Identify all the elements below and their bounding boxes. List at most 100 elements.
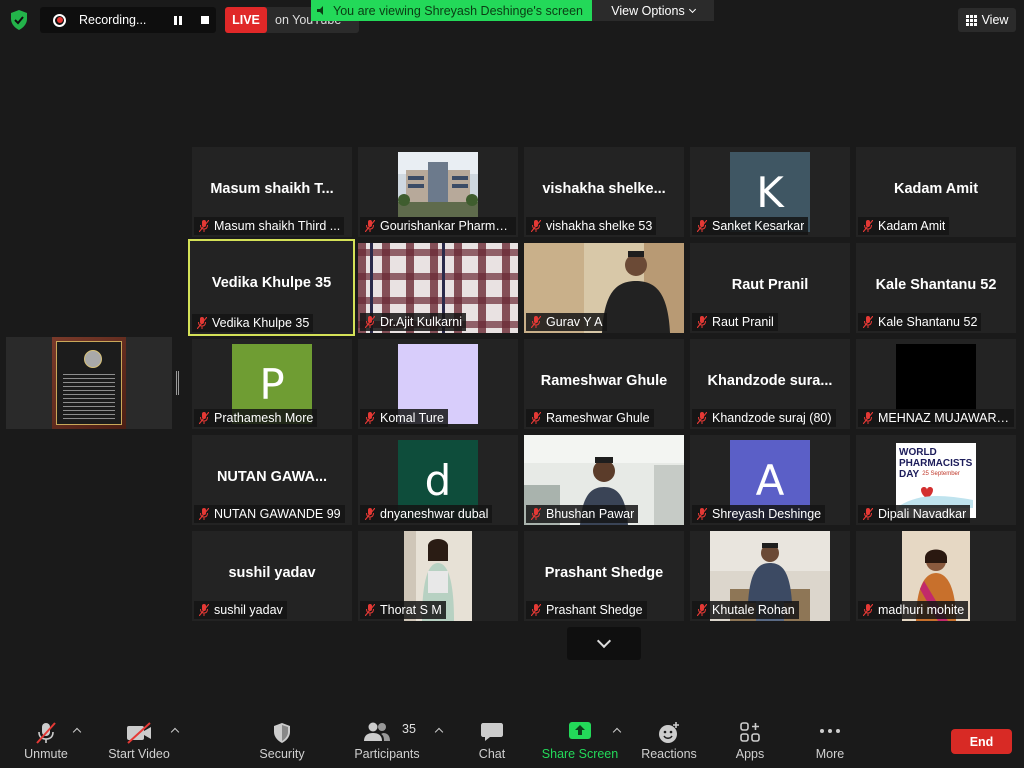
view-options-button[interactable]: View Options bbox=[592, 0, 714, 21]
participant-label-text: Kale Shantanu 52 bbox=[878, 315, 978, 329]
avatar-initial: A bbox=[755, 455, 785, 505]
poster-line-1: WORLD bbox=[899, 447, 937, 458]
participant-label-text: Dr.Ajit Kulkarni bbox=[380, 315, 462, 329]
microphone-muted-icon bbox=[365, 508, 375, 520]
participant-label-text: Vedika Khulpe 35 bbox=[212, 316, 310, 330]
participant-tile[interactable]: NUTAN GAWA... NUTAN GAWANDE 99 bbox=[192, 435, 352, 525]
participant-tile[interactable]: d dnyaneshwar dubal bbox=[358, 435, 518, 525]
shared-screen-thumbnail[interactable] bbox=[6, 337, 172, 429]
participant-tile[interactable]: Khandzode sura... Khandzode suraj (80) bbox=[690, 339, 850, 429]
stop-icon bbox=[201, 16, 209, 24]
shield-icon bbox=[274, 723, 290, 743]
share-screen-icon bbox=[569, 722, 591, 739]
participant-tile[interactable]: Khutale Rohan bbox=[690, 531, 850, 621]
microphone-muted-icon bbox=[365, 220, 375, 232]
next-page-button[interactable] bbox=[567, 627, 641, 660]
meeting-toolbar: Unmute Start Video Security 35 Participa… bbox=[0, 712, 1024, 768]
unmute-button[interactable]: Unmute bbox=[20, 712, 72, 768]
participant-tile[interactable]: P Prathamesh More bbox=[192, 339, 352, 429]
microphone-muted-icon bbox=[531, 508, 541, 520]
plaque-image bbox=[52, 337, 126, 429]
microphone-muted-icon bbox=[197, 317, 207, 329]
microphone-muted-icon bbox=[863, 220, 873, 232]
apps-button[interactable]: Apps bbox=[730, 712, 770, 768]
microphone-muted-icon bbox=[697, 604, 707, 616]
participant-tile[interactable]: Rameshwar Ghule Rameshwar Ghule bbox=[524, 339, 684, 429]
participant-label-text: Khandzode suraj (80) bbox=[712, 411, 832, 425]
reactions-button[interactable]: Reactions bbox=[640, 712, 698, 768]
grid-icon bbox=[965, 14, 977, 26]
participant-tile[interactable]: Vedika Khulpe 35 Vedika Khulpe 35 bbox=[188, 239, 355, 336]
participant-tile[interactable]: vishakha shelke... vishakha shelke 53 bbox=[524, 147, 684, 237]
pause-recording-button[interactable] bbox=[169, 12, 187, 28]
view-button[interactable]: View bbox=[958, 8, 1016, 32]
participant-tile[interactable]: Masum shaikh T... Masum shaikh Third ... bbox=[192, 147, 352, 237]
recording-indicator: Recording... bbox=[40, 7, 216, 33]
participant-name-display: sushil yadav bbox=[228, 565, 316, 581]
participant-tile[interactable]: Raut Pranil Raut Pranil bbox=[690, 243, 850, 333]
panel-resize-handle[interactable] bbox=[176, 371, 179, 395]
participants-label: Participants bbox=[354, 747, 420, 761]
participant-label: Vedika Khulpe 35 bbox=[192, 314, 314, 332]
participant-tile[interactable]: WORLD PHARMACISTS DAY 25 September Dipali Na… bbox=[856, 435, 1016, 525]
share-screen-button[interactable]: Share Screen bbox=[542, 712, 618, 768]
participant-tile[interactable]: Dr.Ajit Kulkarni bbox=[358, 243, 518, 333]
participant-tile[interactable]: madhuri mohite bbox=[856, 531, 1016, 621]
participant-label-text: dnyaneshwar dubal bbox=[380, 507, 489, 521]
chat-icon bbox=[481, 723, 503, 741]
participant-label: Khandzode suraj (80) bbox=[692, 409, 836, 427]
participant-label: Prashant Shedge bbox=[526, 601, 647, 619]
participant-tile[interactable]: Kale Shantanu 52 Kale Shantanu 52 bbox=[856, 243, 1016, 333]
participant-tile[interactable]: MEHNAZ MUJAWAR ... bbox=[856, 339, 1016, 429]
participants-button[interactable]: 35 Participants bbox=[352, 712, 422, 768]
start-video-button[interactable]: Start Video bbox=[104, 712, 174, 768]
participant-label-text: Raut Pranil bbox=[712, 315, 774, 329]
chevron-down-icon bbox=[596, 633, 612, 648]
participant-tile[interactable]: Bhushan Pawar bbox=[524, 435, 684, 525]
chat-button[interactable]: Chat bbox=[472, 712, 512, 768]
apps-label: Apps bbox=[735, 747, 765, 761]
participant-label: Gourishankar Pharma... bbox=[360, 217, 516, 235]
participant-tile[interactable]: Prashant Shedge Prashant Shedge bbox=[524, 531, 684, 621]
participants-options-caret[interactable] bbox=[434, 727, 444, 737]
more-icon bbox=[820, 729, 840, 733]
participant-tile[interactable]: K Sanket Kesarkar bbox=[690, 147, 850, 237]
participant-label: NUTAN GAWANDE 99 bbox=[194, 505, 345, 523]
participant-label: Dipali Navadkar bbox=[858, 505, 971, 523]
share-screen-label: Share Screen bbox=[541, 747, 619, 761]
chat-label: Chat bbox=[478, 747, 506, 761]
security-button[interactable]: Security bbox=[254, 712, 310, 768]
stop-recording-button[interactable] bbox=[196, 12, 214, 28]
shield-icon[interactable] bbox=[9, 9, 29, 31]
participant-label: Gurav Y A bbox=[526, 313, 607, 331]
poster-line-2: PHARMACISTS bbox=[899, 458, 973, 469]
participant-name-display: Vedika Khulpe 35 bbox=[211, 275, 332, 291]
microphone-muted-icon bbox=[863, 412, 873, 424]
participant-name-display: Raut Pranil bbox=[731, 277, 809, 293]
participant-tile[interactable]: Kadam Amit Kadam Amit bbox=[856, 147, 1016, 237]
end-meeting-button[interactable]: End bbox=[951, 729, 1012, 754]
avatar-initial: d bbox=[424, 455, 452, 505]
participant-tile[interactable]: A Shreyash Deshinge bbox=[690, 435, 850, 525]
participant-label-text: Masum shaikh Third ... bbox=[214, 219, 341, 233]
participant-tile[interactable]: Thorat S M bbox=[358, 531, 518, 621]
participant-label-text: Dipali Navadkar bbox=[878, 507, 967, 521]
participant-tile[interactable]: Gourishankar Pharma... bbox=[358, 147, 518, 237]
microphone-muted-icon bbox=[697, 508, 707, 520]
participant-label-text: vishakha shelke 53 bbox=[546, 219, 653, 233]
recording-label: Recording... bbox=[79, 13, 147, 27]
view-label: View bbox=[981, 13, 1009, 27]
reactions-icon bbox=[659, 722, 679, 743]
building-photo bbox=[398, 152, 478, 217]
microphone-muted-icon bbox=[199, 508, 209, 520]
participant-tile[interactable]: sushil yadav sushil yadav bbox=[192, 531, 352, 621]
participant-label-text: Thorat S M bbox=[380, 603, 442, 617]
participant-tile[interactable]: Gurav Y A bbox=[524, 243, 684, 333]
participant-label-text: NUTAN GAWANDE 99 bbox=[214, 507, 341, 521]
microphone-muted-icon bbox=[36, 722, 56, 744]
audio-options-caret[interactable] bbox=[72, 727, 82, 737]
participant-label-text: Gourishankar Pharma... bbox=[380, 219, 512, 233]
more-button[interactable]: More bbox=[810, 712, 850, 768]
participant-label-text: MEHNAZ MUJAWAR ... bbox=[878, 411, 1010, 425]
participant-tile[interactable]: Komal Ture bbox=[358, 339, 518, 429]
